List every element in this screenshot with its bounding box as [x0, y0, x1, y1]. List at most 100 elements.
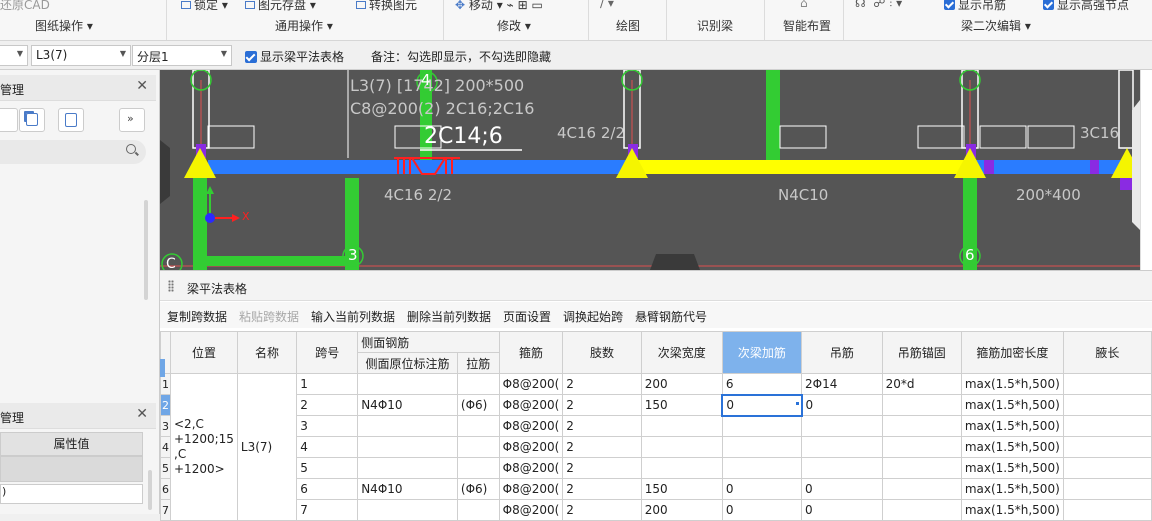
legs-cell[interactable]: 2 — [562, 394, 642, 416]
search-input[interactable] — [0, 140, 146, 164]
stirrup-cell[interactable]: Φ8@200( — [498, 436, 564, 458]
legs-cell[interactable]: 2 — [562, 436, 642, 458]
row-number[interactable]: 6 — [160, 478, 171, 500]
tie-cell[interactable]: (Φ6) — [456, 394, 500, 416]
hanger-cell[interactable]: 2Φ14 — [801, 373, 883, 395]
hanger-cell[interactable] — [801, 457, 883, 479]
col-span-header[interactable]: 跨号 — [296, 331, 359, 374]
table-row[interactable]: 5 5 Φ8@200( 2 max(1.5*h,500) — [160, 457, 1152, 479]
sub-width-cell[interactable]: 200 — [640, 499, 723, 521]
beam-name-label[interactable]: L3(7) [1742] 200*500 — [350, 76, 524, 95]
hanger-cell[interactable]: 0 — [801, 394, 883, 416]
legs-cell[interactable]: 2 — [562, 457, 642, 479]
column-outline[interactable] — [1118, 70, 1134, 149]
hanger-label[interactable]: 2C14;6 — [424, 124, 503, 149]
stirrup-label[interactable]: C8@200(2) 2C16;2C16 — [350, 99, 534, 118]
sub-width-cell[interactable]: 200 — [640, 373, 723, 395]
tie-cell[interactable] — [456, 499, 500, 521]
rebar-label[interactable]: 3C16 — [1080, 124, 1119, 142]
span-cell[interactable]: 6 — [296, 478, 359, 500]
table-row[interactable]: 1 <2,C +1200;15 ,C +1200> L3(7) 1 Φ8@200… — [160, 373, 1152, 521]
stirrup-cell[interactable]: Φ8@200( — [498, 415, 564, 437]
cantilever-code-button[interactable]: 悬臂钢筋代号 — [635, 308, 707, 325]
row-number[interactable]: 5 — [160, 457, 171, 479]
hanger-anchor-cell[interactable]: 20*d — [881, 373, 962, 395]
sub-width-cell[interactable] — [640, 415, 723, 437]
col-hanger-anchor-header[interactable]: 吊筋锚固 — [881, 331, 962, 374]
page-setup-button[interactable]: 页面设置 — [503, 308, 551, 325]
element-type-select[interactable]: ▼ — [0, 45, 28, 66]
span-cell[interactable]: 1 — [296, 373, 359, 395]
side-rebar-cell[interactable]: N4Φ10 — [357, 478, 458, 500]
dense-length-cell[interactable]: max(1.5*h,500) — [960, 457, 1064, 479]
group-draw[interactable]: 绘图 — [616, 17, 640, 34]
legs-cell[interactable]: 2 — [562, 373, 642, 395]
span-cell[interactable]: 7 — [296, 499, 359, 521]
tie-cell[interactable] — [456, 436, 500, 458]
group-beam-secondary-edit[interactable]: 梁二次编辑 ▾ — [961, 17, 1031, 34]
show-high-strength-checkbox[interactable]: 显示高强节点 — [1043, 0, 1129, 13]
sub-add-cell-editing[interactable]: 0 — [721, 393, 803, 417]
dense-length-cell[interactable]: max(1.5*h,500) — [960, 373, 1064, 395]
table-row[interactable]: 6 6 N4Φ10 (Φ6) Φ8@200( 2 150 0 0 max(1.5… — [160, 478, 1152, 500]
name-cell[interactable]: L3(7) — [236, 373, 298, 521]
span-cell[interactable]: 4 — [296, 436, 359, 458]
sub-width-cell[interactable] — [640, 436, 723, 458]
side-rebar-cell[interactable] — [357, 373, 458, 395]
restore-cad-button[interactable]: 还原CAD — [0, 0, 50, 13]
dense-length-cell[interactable]: max(1.5*h,500) — [960, 478, 1064, 500]
convert-element-button[interactable]: 转换图元 — [356, 0, 417, 13]
bottom-collapse-tab[interactable] — [650, 254, 700, 270]
annotation-box[interactable] — [917, 125, 965, 149]
col-side-rebar-group-header[interactable]: 侧面钢筋 — [357, 331, 500, 353]
hanger-cell[interactable] — [801, 436, 883, 458]
drawing-canvas[interactable]: L3(7) [1742] 200*500 C8@200(2) 2C16;2C16… — [160, 70, 1140, 270]
close-icon[interactable]: ✕ — [136, 406, 148, 422]
tie-cell[interactable] — [456, 457, 500, 479]
side-rebar-cell[interactable] — [357, 436, 458, 458]
sub-width-cell[interactable]: 150 — [640, 478, 723, 500]
stirrup-cell[interactable]: Φ8@200( — [498, 478, 564, 500]
beam-yellow-segment[interactable] — [633, 160, 970, 174]
col-name-header[interactable]: 名称 — [236, 331, 298, 374]
paste-span-data-button[interactable]: 粘贴跨数据 — [239, 308, 299, 325]
hanger-anchor-cell[interactable] — [881, 478, 962, 500]
delete-column-data-button[interactable]: 删除当前列数据 — [407, 308, 491, 325]
annotation-box[interactable] — [207, 125, 255, 149]
row-number[interactable]: 7 — [160, 499, 171, 521]
sub-add-cell[interactable]: 0 — [721, 478, 803, 500]
legs-cell[interactable]: 2 — [562, 499, 642, 521]
input-column-data-button[interactable]: 输入当前列数据 — [311, 308, 395, 325]
sub-width-cell[interactable] — [640, 457, 723, 479]
row-number[interactable]: 3 — [160, 415, 171, 437]
hanger-anchor-cell[interactable] — [881, 436, 962, 458]
dense-length-cell[interactable]: max(1.5*h,500) — [960, 499, 1064, 521]
hanger-cell[interactable]: 0 — [801, 478, 883, 500]
group-drawing-ops[interactable]: 图纸操作 ▾ — [35, 17, 93, 34]
table-row[interactable]: 7 7 Φ8@200( 2 200 0 0 max(1.5*h,500) — [160, 499, 1152, 521]
haunch-cell[interactable] — [1062, 415, 1152, 437]
col-stirrup-header[interactable]: 箍筋 — [498, 331, 564, 374]
group-modify[interactable]: 修改 ▾ — [497, 17, 531, 34]
fill-handle[interactable] — [796, 402, 799, 405]
col-position-header[interactable]: 位置 — [170, 331, 238, 374]
annotation-box[interactable] — [1027, 125, 1075, 149]
right-tools-edge[interactable] — [1132, 100, 1140, 230]
col-side-original-header[interactable]: 侧面原位标注筋 — [357, 352, 458, 374]
row-number[interactable]: 4 — [160, 436, 171, 458]
show-hanger-checkbox[interactable]: 显示吊筋 — [944, 0, 1006, 13]
beam-green[interactable] — [193, 256, 353, 266]
hanger-cell[interactable] — [801, 415, 883, 437]
right-toolstrip[interactable] — [1140, 70, 1152, 270]
haunch-cell[interactable] — [1062, 499, 1152, 521]
legs-cell[interactable]: 2 — [562, 415, 642, 437]
side-rebar-cell[interactable]: N4Φ10 — [357, 394, 458, 416]
haunch-cell[interactable] — [1062, 478, 1152, 500]
swap-start-span-button[interactable]: 调换起始跨 — [563, 308, 623, 325]
expand-panel-button[interactable]: » — [119, 108, 145, 132]
group-general-ops[interactable]: 通用操作 ▾ — [275, 17, 333, 34]
property-row[interactable] — [0, 456, 143, 482]
column-green[interactable] — [766, 70, 780, 160]
tie-cell[interactable]: (Φ6) — [456, 478, 500, 500]
tie-cell[interactable] — [456, 373, 500, 395]
